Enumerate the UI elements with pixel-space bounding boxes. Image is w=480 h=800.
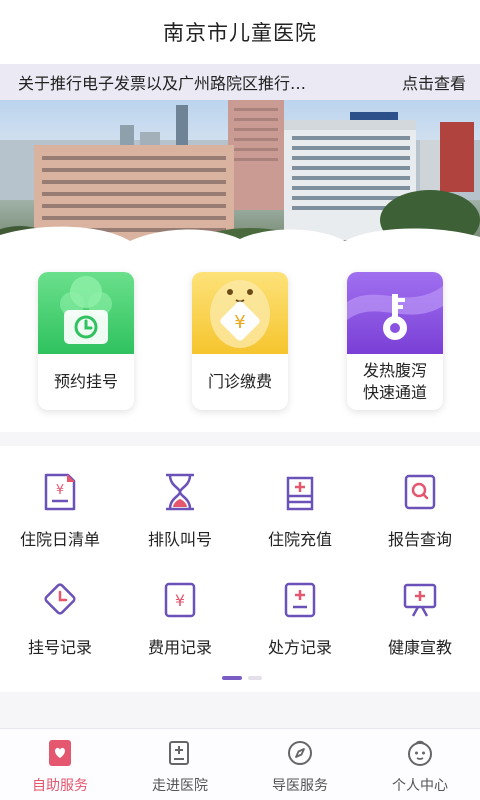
- tile-inpatient-recharge[interactable]: 住院充值: [240, 456, 360, 552]
- tile-registration-record[interactable]: 挂号记录: [0, 564, 120, 660]
- tile-health-education[interactable]: 健康宣教: [360, 564, 480, 660]
- outpatient-payment-card[interactable]: ¥ 门诊缴费: [192, 272, 288, 410]
- hourglass-icon: [166, 473, 194, 511]
- notice-text[interactable]: 关于推行电子发票以及广州路院区推行…: [18, 70, 392, 94]
- tab-label: 个人中心: [392, 778, 448, 794]
- tab-label: 导医服务: [272, 778, 328, 794]
- clock-diamond-icon: [44, 583, 76, 615]
- tab-label: 自助服务: [32, 778, 88, 794]
- tile-label: 健康宣教: [387, 638, 452, 657]
- tile-label: 住院充值: [267, 530, 332, 549]
- app-header: 南京市儿童医院: [0, 0, 480, 64]
- svg-text:¥: ¥: [175, 591, 185, 610]
- tab-personal-center[interactable]: 个人中心: [360, 729, 480, 800]
- feature-cards: 预约挂号 ¥ 门诊缴费 发热腹泻 快速通道: [0, 262, 480, 432]
- key-icon: [347, 272, 443, 354]
- fever-diarrhea-card[interactable]: 发热腹泻 快速通道: [347, 272, 443, 410]
- tile-label: 排队叫号: [147, 530, 212, 549]
- tab-guide-service[interactable]: 导医服务: [240, 729, 360, 800]
- appointment-label: 预约挂号: [53, 372, 118, 391]
- yen-icon: ¥: [192, 272, 288, 354]
- tab-self-service[interactable]: 自助服务: [0, 729, 120, 800]
- prescription-icon: [284, 582, 316, 618]
- tile-expense-record[interactable]: ¥ 费用记录: [120, 564, 240, 660]
- notice-more-link[interactable]: 点击查看: [402, 70, 466, 94]
- tile-label: 住院日清单: [19, 530, 100, 549]
- page-title: 南京市儿童医院: [163, 21, 317, 45]
- notice-bar[interactable]: 关于推行电子发票以及广州路院区推行… 点击查看: [0, 64, 480, 100]
- page-indicator: [0, 676, 480, 680]
- presentation-icon: [403, 583, 437, 617]
- compass-icon: [288, 741, 312, 765]
- report-search-icon: [404, 474, 436, 510]
- svg-text:¥: ¥: [234, 312, 245, 333]
- service-grid: ¥ 住院日清单 排队叫号 住院充值 报告查询 挂号记录 ¥ 费用记录 处方记录 …: [0, 446, 480, 692]
- appointment-card[interactable]: 预约挂号: [38, 272, 134, 410]
- clock-icon: [38, 272, 134, 354]
- tile-queue-calling[interactable]: 排队叫号: [120, 456, 240, 552]
- yen-record-icon: ¥: [164, 582, 196, 618]
- fever-diarrhea-label: 发热腹泻 快速通道: [362, 361, 427, 402]
- tile-report-query[interactable]: 报告查询: [360, 456, 480, 552]
- tile-label: 处方记录: [267, 638, 332, 657]
- page-dot[interactable]: [248, 676, 262, 680]
- tile-label: 挂号记录: [27, 638, 92, 657]
- tile-label: 费用记录: [147, 638, 212, 657]
- bed-plus-icon: [286, 476, 314, 511]
- baby-face-icon: [408, 740, 432, 766]
- self-service-icon: [49, 740, 71, 766]
- tab-label: 走进医院: [152, 778, 208, 794]
- bill-icon: ¥: [44, 473, 76, 511]
- tile-label: 报告查询: [387, 530, 452, 549]
- tile-inpatient-daily-bill[interactable]: ¥ 住院日清单: [0, 456, 120, 552]
- page-dot-active[interactable]: [222, 676, 242, 680]
- hospital-info-icon: [169, 741, 189, 765]
- svg-text:¥: ¥: [56, 483, 64, 498]
- tile-prescription-record[interactable]: 处方记录: [240, 564, 360, 660]
- bottom-tab-bar: 自助服务 走进医院 导医服务 个人中心: [0, 728, 480, 800]
- outpatient-payment-label: 门诊缴费: [207, 372, 272, 391]
- tab-hospital-info[interactable]: 走进医院: [120, 729, 240, 800]
